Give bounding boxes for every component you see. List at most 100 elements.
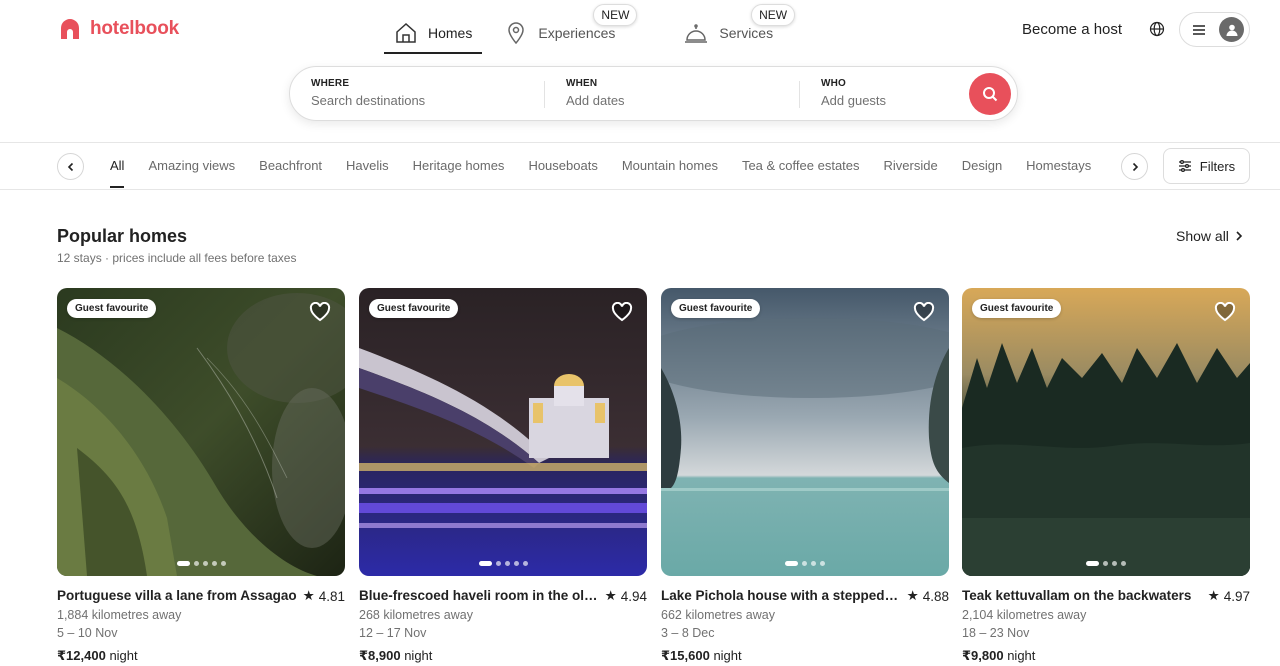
listing-price: ₹15,600 night (661, 648, 742, 664)
dot (1103, 561, 1108, 566)
listing-dates: 5 – 10 Nov (57, 626, 118, 640)
house-icon (396, 22, 416, 43)
category-tea-coffee-estates[interactable]: Tea & coffee estates (742, 158, 860, 173)
guest-favourite-badge: Guest favourite (369, 299, 459, 318)
filters-label: Filters (1199, 158, 1236, 174)
dot (495, 561, 501, 566)
listing-distance: 662 kilometres away (661, 608, 775, 622)
service-bell-icon (685, 24, 708, 43)
category-heritage-homes[interactable]: Heritage homes (413, 158, 505, 173)
bridge-cathedral-photo (359, 288, 647, 576)
listing-photo[interactable]: Guest favourite (962, 288, 1250, 576)
user-menu-button[interactable] (1179, 12, 1250, 47)
listing-photo[interactable]: Guest favourite (57, 288, 345, 576)
where-field[interactable]: WHERE Search destinations (311, 78, 425, 108)
new-badge: NEW (751, 4, 796, 26)
main-nav: Homes Experiences NEW Services NEW (384, 4, 796, 54)
globe-icon (1149, 21, 1165, 37)
listing-price: ₹12,400 night (57, 648, 138, 664)
dot (513, 561, 519, 566)
language-button[interactable] (1149, 21, 1165, 42)
where-placeholder: Search destinations (311, 93, 426, 108)
price-unit: night (404, 648, 433, 663)
category-riverside[interactable]: Riverside (884, 158, 938, 173)
dot (193, 561, 199, 566)
listing-rating: ★ 4.97 (1208, 588, 1250, 604)
listing-distance: 2,104 kilometres away (962, 608, 1087, 622)
category-houseboats[interactable]: Houseboats (528, 158, 597, 173)
dot (1121, 561, 1126, 566)
rating-value: 4.88 (922, 588, 949, 604)
dot (522, 561, 528, 566)
hotelbook-logo-icon (61, 19, 79, 39)
category-mountain-homes[interactable]: Mountain homes (622, 158, 718, 173)
listing-photo[interactable]: Guest favourite (661, 288, 949, 576)
search-divider (799, 81, 800, 108)
show-all-label: Show all (1176, 228, 1229, 244)
listing-rating: ★ 4.88 (907, 588, 949, 604)
wishlist-button[interactable] (309, 301, 331, 327)
star-icon: ★ (604, 588, 617, 603)
listing-title-row: Blue-frescoed haveli room in the old cit… (359, 588, 647, 604)
listing-title-row: Teak kettuvallam on the backwaters ★ 4.97 (962, 588, 1250, 604)
dot (802, 561, 807, 566)
listing-card[interactable]: Guest favourite Portuguese villa a lane … (57, 288, 345, 663)
category-amazing-views[interactable]: Amazing views (148, 158, 235, 173)
category-havelis[interactable]: Havelis (346, 158, 389, 173)
listing-card[interactable]: Guest favourite Lake Pichola house with … (661, 288, 949, 663)
nav-experiences[interactable]: Experiences NEW (494, 4, 638, 52)
photo-dots (57, 561, 345, 566)
star-icon: ★ (906, 588, 919, 603)
chevron-right-icon (1132, 162, 1138, 171)
listing-rating: ★ 4.94 (605, 588, 647, 604)
brand-logo[interactable]: hotelbook (58, 17, 179, 41)
new-badge: NEW (593, 4, 638, 26)
sea-cliffs-photo (661, 288, 949, 576)
listing-distance: 268 kilometres away (359, 608, 473, 622)
dot (820, 561, 825, 566)
category-homestays[interactable]: Homestays (1026, 158, 1091, 173)
listing-photo[interactable]: Guest favourite (359, 288, 647, 576)
listing-card[interactable]: Guest favourite Blue-frescoed haveli roo… (359, 288, 647, 663)
search-bar: WHERE Search destinations WHEN Add dates… (289, 66, 1018, 121)
price-value: ₹15,600 (661, 648, 710, 663)
wishlist-button[interactable] (1214, 301, 1236, 327)
category-design[interactable]: Design (962, 158, 1002, 173)
guest-favourite-badge: Guest favourite (972, 299, 1062, 318)
categories-next-button[interactable] (1121, 153, 1148, 180)
filters-button[interactable]: Filters (1163, 148, 1250, 184)
categories-prev-button[interactable] (57, 153, 84, 180)
star-icon: ★ (1207, 588, 1220, 603)
price-value: ₹9,800 (962, 648, 1004, 663)
photo-dots (661, 561, 949, 566)
wishlist-button[interactable] (913, 301, 935, 327)
section-subtitle: 12 stays · prices include all fees befor… (57, 251, 297, 265)
wishlist-button[interactable] (611, 301, 633, 327)
listing-title: Blue-frescoed haveli room in the old cit… (359, 588, 599, 603)
nav-homes[interactable]: Homes (384, 14, 483, 54)
price-unit: night (109, 648, 138, 663)
when-placeholder: Add dates (566, 93, 625, 108)
show-all-link[interactable]: Show all (1176, 228, 1243, 244)
listing-price: ₹9,800 night (962, 648, 1035, 664)
listing-title: Lake Pichola house with a stepped ghat (661, 588, 901, 603)
nav-services[interactable]: Services NEW (673, 4, 796, 52)
search-button[interactable] (969, 73, 1011, 115)
price-unit: night (1007, 648, 1036, 663)
photo-dots (962, 561, 1250, 566)
nav-services-label: Services (719, 25, 774, 41)
section-title: Popular homes (57, 226, 188, 246)
become-host-link[interactable]: Become a host (1022, 21, 1122, 38)
search-icon (983, 87, 998, 102)
listing-price: ₹8,900 night (359, 648, 432, 664)
listing-card[interactable]: Guest favourite Teak kettuvallam on the … (962, 288, 1250, 663)
listing-dates: 12 – 17 Nov (359, 626, 427, 640)
guest-favourite-badge: Guest favourite (67, 299, 157, 318)
category-all[interactable]: All (110, 158, 125, 188)
who-field[interactable]: WHO Add guests (821, 78, 886, 108)
category-beachfront[interactable]: Beachfront (259, 158, 322, 173)
dot (202, 561, 208, 566)
listing-rating: ★ 4.81 (303, 588, 345, 604)
when-field[interactable]: WHEN Add dates (566, 78, 625, 108)
avatar (1219, 17, 1244, 42)
